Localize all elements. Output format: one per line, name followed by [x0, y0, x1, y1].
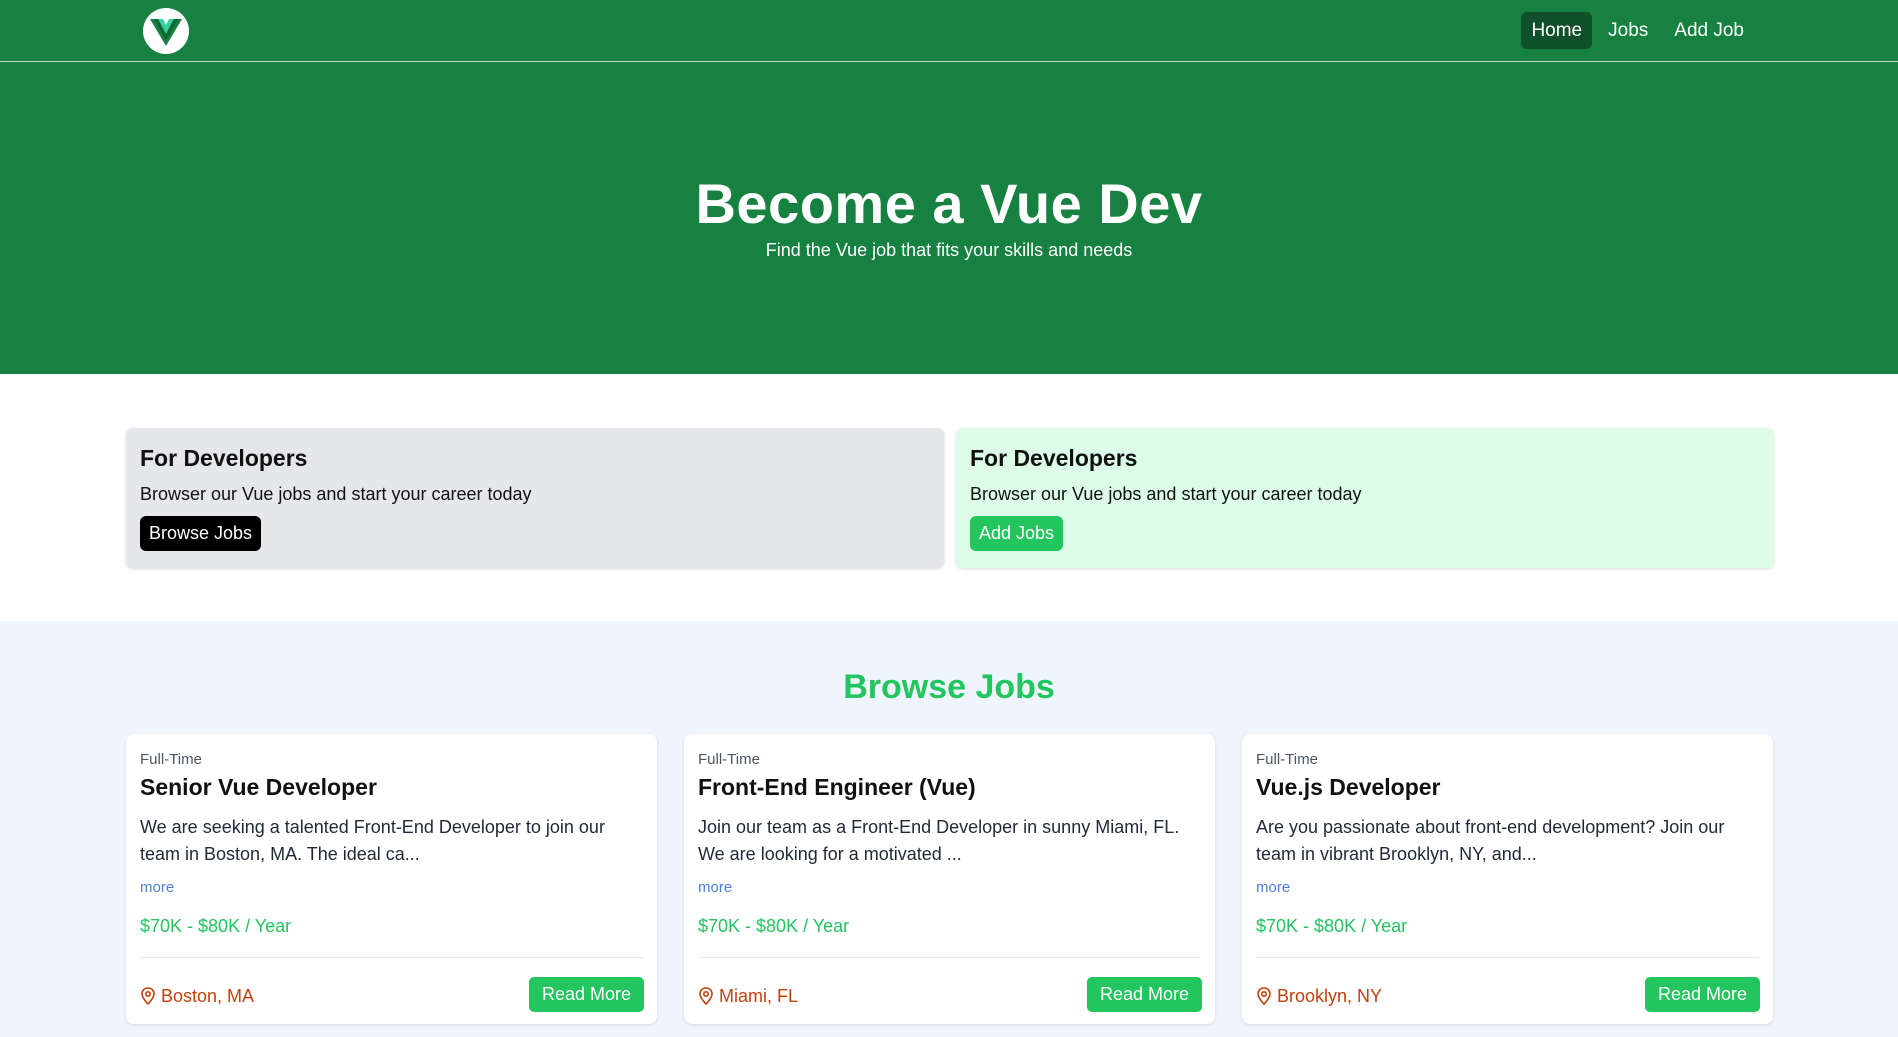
job-title: Vue.js Developer	[1256, 774, 1441, 800]
nav-home-link[interactable]: Home	[1521, 12, 1593, 49]
job-salary: $70K - $80K / Year	[1256, 916, 1408, 936]
card-title: For Developers	[140, 445, 308, 471]
browse-jobs-section: Browse Jobs Full-Time Senior Vue Develop…	[0, 621, 1898, 1037]
read-more-button[interactable]: Read More	[1086, 977, 1202, 1012]
read-more-button[interactable]: Read More	[528, 977, 644, 1012]
job-description: Are you passionate about front-end devel…	[1256, 817, 1725, 864]
job-description: We are seeking a talented Front-End Deve…	[140, 817, 605, 864]
card-title: For Developers	[970, 445, 1138, 471]
card-text: Browser our Vue jobs and start your care…	[140, 484, 532, 504]
divider	[1256, 957, 1759, 958]
hero-subtitle: Find the Vue job that fits your skills a…	[765, 240, 1133, 260]
job-card: Full-Time Vue.js Developer Are you passi…	[1242, 734, 1773, 1024]
job-location-text: Brooklyn, NY	[1277, 986, 1383, 1006]
hero-section: Become a Vue Dev Find the Vue job that f…	[0, 62, 1898, 374]
map-pin-icon	[141, 987, 155, 1005]
job-type: Full-Time	[140, 751, 202, 768]
job-type: Full-Time	[698, 751, 760, 768]
nav-add-job-link[interactable]: Add Job	[1664, 12, 1754, 49]
vue-logo-icon[interactable]	[143, 8, 189, 54]
add-jobs-button[interactable]: Add Jobs	[970, 516, 1064, 551]
browse-jobs-button[interactable]: Browse Jobs	[140, 516, 262, 551]
job-more-link[interactable]: more	[1256, 878, 1290, 898]
job-title: Senior Vue Developer	[140, 774, 377, 800]
job-location: Miami, FL	[698, 984, 798, 1008]
job-location-text: Boston, MA	[161, 986, 255, 1006]
job-location: Boston, MA	[140, 984, 254, 1008]
job-more-link[interactable]: more	[140, 878, 174, 898]
navbar: Home Jobs Add Job	[0, 0, 1898, 62]
job-location-text: Miami, FL	[719, 986, 799, 1006]
job-card: Full-Time Senior Vue Developer We are se…	[126, 734, 657, 1024]
read-more-button[interactable]: Read More	[1644, 977, 1760, 1012]
developers-card-browse: For Developers Browser our Vue jobs and …	[126, 428, 944, 568]
divider	[698, 957, 1201, 958]
browse-jobs-title: Browse Jobs	[843, 668, 1055, 706]
job-description: Join our team as a Front-End Developer i…	[698, 817, 1180, 864]
hero-title: Become a Vue Dev	[695, 172, 1203, 235]
job-salary: $70K - $80K / Year	[140, 916, 292, 936]
map-pin-icon	[1257, 987, 1271, 1005]
developers-card-add: For Developers Browser our Vue jobs and …	[956, 428, 1774, 568]
nav-jobs-link[interactable]: Jobs	[1598, 12, 1658, 49]
job-title: Front-End Engineer (Vue)	[698, 774, 976, 800]
divider	[140, 957, 643, 958]
map-pin-icon	[699, 987, 713, 1005]
job-salary: $70K - $80K / Year	[698, 916, 850, 936]
job-type: Full-Time	[1256, 751, 1318, 768]
nav-links: Home Jobs Add Job	[1521, 12, 1754, 49]
card-text: Browser our Vue jobs and start your care…	[970, 484, 1362, 504]
job-location: Brooklyn, NY	[1256, 984, 1382, 1008]
job-card: Full-Time Front-End Engineer (Vue) Join …	[684, 734, 1215, 1024]
job-more-link[interactable]: more	[698, 878, 732, 898]
